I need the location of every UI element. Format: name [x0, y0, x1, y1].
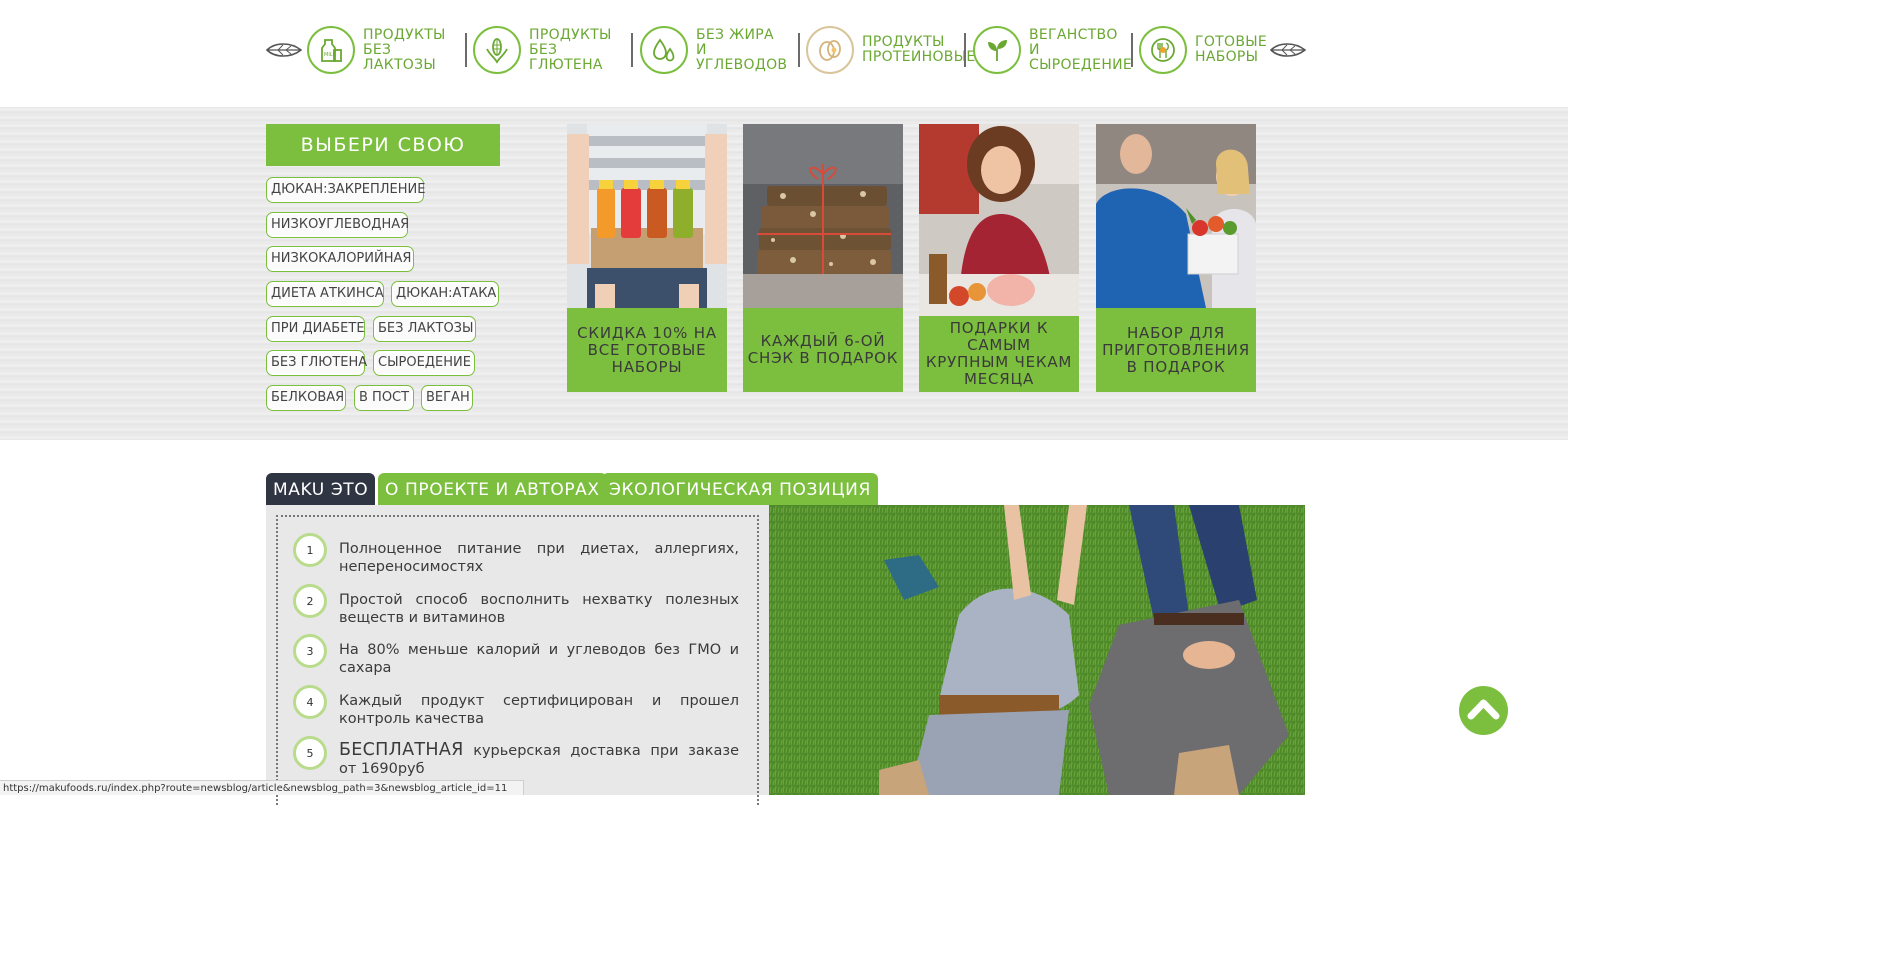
- nav-item-vegan[interactable]: ВЕГАНСТВО И СЫРОЕДЕНИЕ: [973, 24, 1133, 76]
- tab-about-project[interactable]: О ПРОЕКТЕ И АВТОРАХ: [378, 473, 607, 505]
- list-item: 1 Полноценное питание при диетах, аллерг…: [293, 533, 739, 576]
- diet-tag[interactable]: ВЕГАН: [421, 385, 473, 411]
- milk-icon: MILK: [307, 26, 355, 74]
- list-text: Каждый продукт сертифицирован и прошел к…: [339, 693, 739, 727]
- promo-caption: НАБОР ДЛЯ ПРИГОТОВЛЕНИЯ В ПОДАРОК: [1096, 308, 1256, 392]
- nav-divider: [964, 33, 966, 67]
- list-text: Простой способ восполнить нехватку полез…: [339, 592, 739, 626]
- snack-bars-image: [743, 124, 903, 308]
- diet-tag[interactable]: ДЮКАН:АТАКА: [391, 281, 499, 307]
- diet-heading: ВЫБЕРИ СВОЮ ДИЕТУ: [266, 124, 500, 198]
- diet-tag[interactable]: ПРИ ДИАБЕТЕ: [266, 316, 365, 342]
- leaf-ornament-icon: [266, 43, 302, 57]
- drops-icon: [640, 26, 688, 74]
- nav-item-ready-sets[interactable]: ГОТОВЫЕ НАБОРЫ: [1139, 24, 1287, 76]
- list-number: 4: [293, 685, 327, 719]
- promo-card[interactable]: ПОДАРКИ К САМЫМ КРУПНЫМ ЧЕКАМ МЕСЯЦА: [919, 124, 1079, 392]
- list-number: 5: [293, 736, 327, 770]
- nav-divider: [465, 33, 467, 67]
- nav-divider: [631, 33, 633, 67]
- nav-item-protein[interactable]: ПРОДУКТЫ ПРОТЕИНОВЫЕ: [806, 24, 976, 76]
- tab-maku[interactable]: MAKU ЭТО: [266, 473, 376, 505]
- svg-text:MILK: MILK: [324, 52, 337, 58]
- diet-tag[interactable]: БЕЗ ГЛЮТЕНА: [266, 350, 367, 376]
- couple-on-grass-image: [769, 505, 1305, 795]
- list-item: 4 Каждый продукт сертифицирован и прошел…: [293, 685, 739, 728]
- promo-card[interactable]: СКИДКА 10% НА ВСЕ ГОТОВЫЕ НАБОРЫ: [567, 124, 727, 392]
- list-number: 2: [293, 584, 327, 618]
- woman-piggybank-image: [919, 124, 1079, 316]
- nav-item-label: ПРОДУКТЫ БЕЗ ГЛЮТЕНА: [529, 26, 612, 73]
- diet-tag[interactable]: В ПОСТ: [354, 385, 414, 411]
- diet-tag[interactable]: СЫРОЕДЕНИЕ: [373, 350, 475, 376]
- list-item: 5 БЕСПЛАТНАЯ курьерская доставка при зак…: [293, 736, 739, 778]
- delivery-courier-image: [1096, 124, 1256, 308]
- diet-tag[interactable]: БЕЛКОВАЯ: [266, 385, 346, 411]
- promo-caption: ПОДАРКИ К САМЫМ КРУПНЫМ ЧЕКАМ МЕСЯЦА: [919, 316, 1079, 392]
- leaf-ornament-icon: [1270, 43, 1306, 57]
- nav-item-label: ВЕГАНСТВО И СЫРОЕДЕНИЕ: [1029, 26, 1133, 73]
- list-text: Полноценное питание при диетах, аллергия…: [339, 541, 739, 575]
- nav-divider: [798, 33, 800, 67]
- plate-fork-icon: [1139, 26, 1187, 74]
- list-item: 3 На 80% меньше калорий и углеводов без …: [293, 634, 739, 677]
- diet-tag[interactable]: НИЗКОУГЛЕВОДНАЯ: [266, 212, 409, 238]
- nav-item-lactose-free[interactable]: MILK ПРОДУКТЫ БЕЗ ЛАКТОЗЫ: [307, 24, 455, 76]
- promo-caption: СКИДКА 10% НА ВСЕ ГОТОВЫЕ НАБОРЫ: [567, 308, 727, 392]
- list-number: 3: [293, 634, 327, 668]
- promo-card[interactable]: НАБОР ДЛЯ ПРИГОТОВЛЕНИЯ В ПОДАРОК: [1096, 124, 1256, 392]
- nav-item-label: ПРОДУКТЫ БЕЗ ЛАКТОЗЫ: [363, 26, 446, 73]
- leaves-icon: [973, 26, 1021, 74]
- category-nav: MILK ПРОДУКТЫ БЕЗ ЛАКТОЗЫ ПРОДУКТЫ БЕЗ ГЛЮ…: [0, 0, 1568, 107]
- nav-item-label: БЕЗ ЖИРА И УГЛЕВОДОВ: [696, 26, 788, 73]
- list-text: На 80% меньше калорий и углеводов без ГМ…: [339, 642, 739, 676]
- eggs-icon: [806, 26, 854, 74]
- scroll-to-top-button[interactable]: [1459, 686, 1508, 735]
- list-item: 2 Простой способ восполнить нехватку пол…: [293, 584, 739, 627]
- nav-divider: [1131, 33, 1133, 67]
- list-number: 1: [293, 533, 327, 567]
- juice-bottles-image: [567, 124, 727, 308]
- promo-caption: КАЖДЫЙ 6-ОЙ СНЭК В ПОДАРОК: [743, 308, 903, 392]
- diet-tag[interactable]: НИЗКОКАЛОРИЙНАЯ: [266, 246, 414, 272]
- corn-icon: [473, 26, 521, 74]
- nav-item-no-fat-carbs[interactable]: БЕЗ ЖИРА И УГЛЕВОДОВ: [640, 24, 788, 76]
- browser-status-url: https://makufoods.ru/index.php?route=new…: [0, 780, 524, 795]
- chevron-up-icon: [1467, 699, 1500, 720]
- nav-item-gluten-free[interactable]: ПРОДУКТЫ БЕЗ ГЛЮТЕНА: [473, 24, 621, 76]
- promo-card[interactable]: КАЖДЫЙ 6-ОЙ СНЭК В ПОДАРОК: [743, 124, 903, 392]
- diet-tag[interactable]: ДЮКАН:ЗАКРЕПЛЕНИЕ: [266, 177, 425, 203]
- tab-eco-position[interactable]: ЭКОЛОГИЧЕСКАЯ ПОЗИЦИЯ: [602, 473, 878, 505]
- free-delivery-highlight: БЕСПЛАТНАЯ: [339, 740, 464, 760]
- nav-item-label: ПРОДУКТЫ ПРОТЕИНОВЫЕ: [862, 34, 976, 65]
- list-text: БЕСПЛАТНАЯ курьерская доставка при заказ…: [339, 741, 739, 778]
- diet-tag[interactable]: БЕЗ ЛАКТОЗЫ: [373, 316, 476, 342]
- diet-tag[interactable]: ДИЕТА АТКИНСА: [266, 281, 384, 307]
